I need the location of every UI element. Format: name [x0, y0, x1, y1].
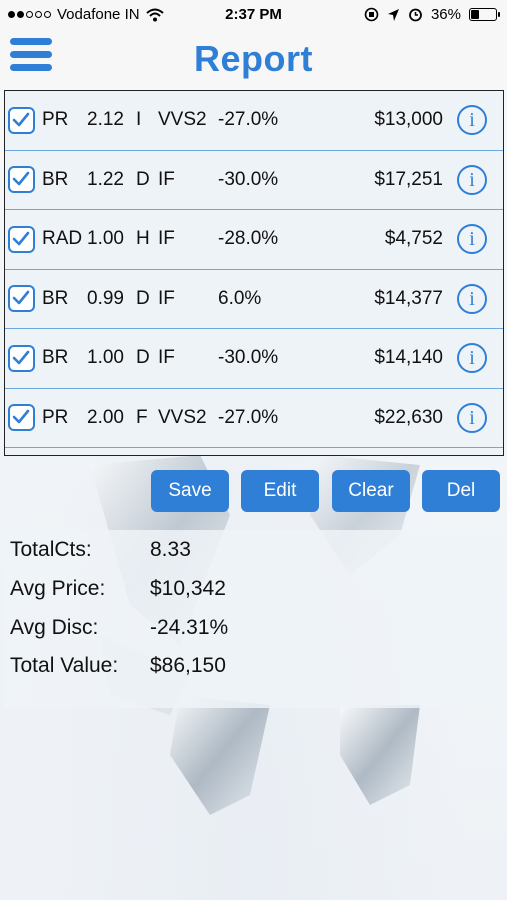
- report-row[interactable]: PR 2.00 F VVS2 -27.0% $22,630 i: [5, 389, 503, 448]
- row-clarity: IF: [158, 287, 175, 309]
- row-price: $4,752: [384, 228, 443, 250]
- battery-fill: [471, 10, 479, 19]
- navigation-bar: Report: [0, 30, 507, 88]
- checkmark-icon: [12, 231, 30, 246]
- report-row[interactable]: BR 1.22 D IF -30.0% $17,251 i: [5, 151, 503, 210]
- save-button[interactable]: Save: [151, 470, 229, 512]
- avg-disc-label: Avg Disc:: [10, 616, 99, 639]
- page-title: Report: [194, 38, 313, 79]
- row-color: F: [136, 406, 148, 428]
- row-discount: -27.0%: [218, 109, 279, 131]
- delete-button[interactable]: Del: [422, 470, 500, 512]
- row-clarity: IF: [158, 168, 175, 190]
- checkbox-checked-icon[interactable]: [8, 225, 35, 253]
- status-bar: Vodafone IN 2:37 PM 36%: [0, 0, 507, 30]
- row-clarity: IF: [158, 347, 175, 369]
- checkmark-icon: [12, 171, 30, 186]
- row-shape: PR: [42, 109, 69, 131]
- battery-percent: 36%: [430, 6, 461, 23]
- info-icon[interactable]: i: [457, 283, 487, 314]
- avg-price-value: $10,342: [150, 577, 226, 600]
- row-discount: -30.0%: [218, 347, 279, 369]
- info-icon[interactable]: i: [457, 105, 487, 136]
- report-row[interactable]: PR 2.12 I VVS2 -27.0% $13,000 i: [5, 91, 503, 151]
- row-size: 2.00: [87, 406, 124, 428]
- total-cts-label: TotalCts:: [10, 538, 92, 561]
- checkbox-checked-icon[interactable]: [8, 285, 35, 313]
- row-price: $14,140: [374, 347, 443, 369]
- row-size: 1.22: [87, 168, 124, 190]
- report-row[interactable]: BR 1.00 D IF -30.0% $14,140 i: [5, 329, 503, 389]
- row-color: H: [136, 228, 150, 250]
- row-shape: BR: [42, 168, 69, 190]
- info-icon[interactable]: i: [457, 164, 487, 195]
- row-clarity: IF: [158, 228, 175, 250]
- row-discount: 6.0%: [218, 287, 262, 309]
- row-color: D: [136, 168, 150, 190]
- row-discount: -30.0%: [218, 168, 279, 190]
- battery-icon: [469, 8, 500, 21]
- checkbox-checked-icon[interactable]: [8, 106, 35, 134]
- info-icon[interactable]: i: [457, 224, 487, 255]
- row-discount: -28.0%: [218, 228, 279, 250]
- edit-button[interactable]: Edit: [241, 470, 319, 512]
- checkmark-icon: [12, 350, 30, 365]
- row-clarity: VVS2: [158, 406, 207, 428]
- checkmark-icon: [12, 112, 30, 127]
- row-price: $13,000: [374, 109, 443, 131]
- total-value-label: Total Value:: [10, 654, 119, 677]
- action-buttons: Save Edit Clear Del: [0, 470, 507, 512]
- total-cts-value: 8.33: [150, 538, 191, 561]
- screen-rotation-lock-icon: [364, 7, 379, 22]
- row-shape: BR: [42, 287, 69, 309]
- total-value-value: $86,150: [150, 654, 226, 677]
- report-summary: TotalCts: 8.33 Avg Price: $10,342 Avg Di…: [4, 530, 504, 708]
- alarm-clock-icon: [409, 8, 422, 22]
- avg-disc-value: -24.31%: [150, 616, 229, 639]
- report-row[interactable]: BR 0.99 D IF 6.0% $14,377 i: [5, 270, 503, 329]
- row-price: $14,377: [374, 287, 443, 309]
- row-size: 0.99: [87, 287, 124, 309]
- row-color: I: [136, 109, 142, 131]
- row-clarity: VVS2: [158, 109, 207, 131]
- checkbox-checked-icon[interactable]: [8, 166, 35, 194]
- row-size: 1.00: [87, 228, 124, 250]
- location-arrow-icon: [387, 8, 399, 21]
- row-price: $22,630: [374, 406, 443, 428]
- row-shape: BR: [42, 347, 69, 369]
- status-right: 36%: [364, 6, 500, 23]
- avg-price-label: Avg Price:: [10, 577, 106, 600]
- checkbox-checked-icon[interactable]: [8, 404, 35, 432]
- clear-button[interactable]: Clear: [332, 470, 410, 512]
- row-discount: -27.0%: [218, 406, 279, 428]
- row-shape: PR: [42, 406, 69, 428]
- row-size: 1.00: [87, 347, 124, 369]
- row-size: 2.12: [87, 109, 124, 131]
- checkbox-checked-icon[interactable]: [8, 344, 35, 372]
- info-icon[interactable]: i: [457, 402, 487, 433]
- row-color: D: [136, 347, 150, 369]
- info-icon[interactable]: i: [457, 343, 487, 374]
- row-color: D: [136, 287, 150, 309]
- report-list[interactable]: PR 2.12 I VVS2 -27.0% $13,000 i BR 1.22 D IF -30.0%…: [4, 90, 504, 456]
- report-row[interactable]: RAD 1.00 H IF -28.0% $4,752 i: [5, 210, 503, 270]
- row-price: $17,251: [374, 168, 443, 190]
- checkmark-icon: [12, 290, 30, 305]
- checkmark-icon: [12, 409, 30, 424]
- row-shape: RAD: [42, 228, 83, 250]
